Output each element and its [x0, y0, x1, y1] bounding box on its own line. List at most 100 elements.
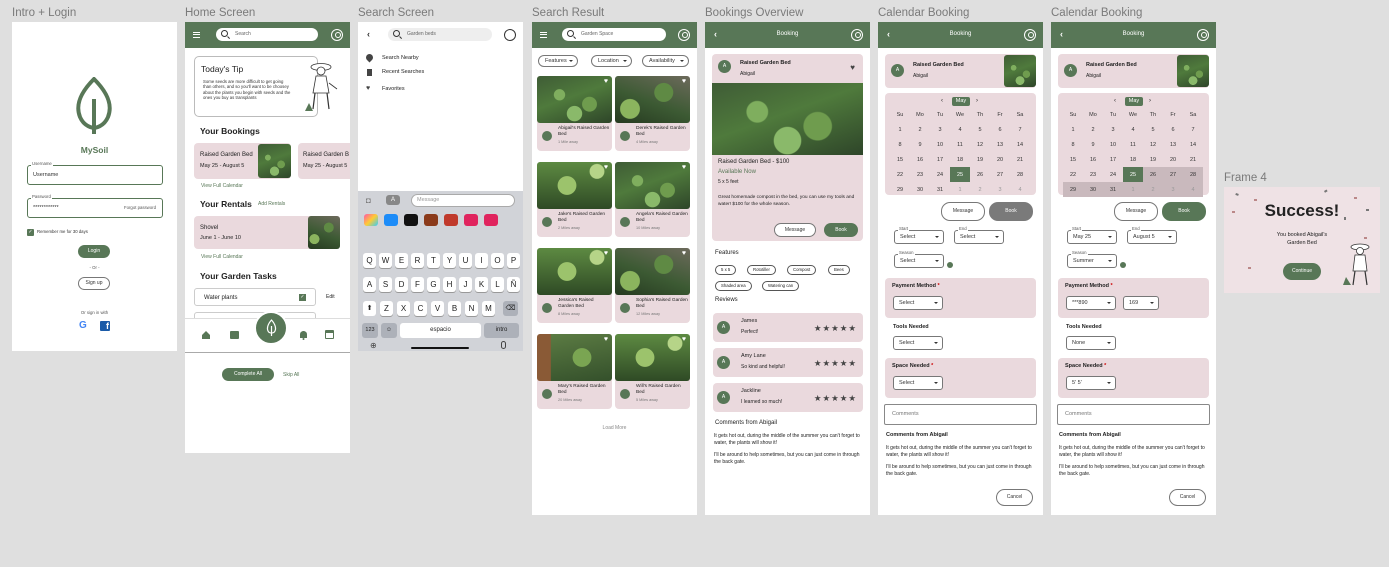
calendar-day[interactable]: 28 — [1010, 167, 1030, 182]
menu-icon[interactable] — [540, 32, 547, 38]
calendar-day[interactable]: 13 — [1163, 137, 1183, 152]
calendar-day[interactable]: 20 — [1163, 152, 1183, 167]
calendar-day[interactable]: 2 — [1143, 182, 1163, 197]
calendar-day[interactable]: 25 — [1123, 167, 1143, 182]
calendar-day[interactable]: 29 — [890, 182, 910, 197]
calendar-day[interactable]: 16 — [1083, 152, 1103, 167]
calendar-day[interactable]: 8 — [890, 137, 910, 152]
calendar-day[interactable]: 18 — [1123, 152, 1143, 167]
view-full-calendar-link[interactable]: View Full Calendar — [201, 183, 243, 189]
end-date-select[interactable]: End Select — [954, 226, 1004, 244]
task-checkbox[interactable]: ✓ — [299, 294, 306, 301]
calendar-day[interactable]: 2 — [970, 182, 990, 197]
calendar-day[interactable]: 1 — [890, 122, 910, 137]
calendar-day[interactable]: 27 — [1163, 167, 1183, 182]
result-card[interactable]: ♥ Sophia's Raised Garden Bed 12 Miles away — [615, 248, 690, 323]
calendar-day[interactable]: 19 — [1143, 152, 1163, 167]
result-search-input[interactable]: Garden Space — [562, 28, 666, 41]
info-icon[interactable] — [947, 262, 953, 268]
key[interactable]: E — [395, 253, 408, 268]
search-gif-icon[interactable] — [464, 214, 478, 226]
booking-card-2[interactable]: Raised Garden B May 25 - August 5 — [298, 143, 350, 179]
globe-icon[interactable]: ⊕ — [370, 341, 377, 350]
add-garden-button[interactable] — [254, 311, 288, 345]
month-label[interactable]: May — [1125, 97, 1143, 106]
key[interactable]: L — [491, 277, 504, 292]
favorite-heart-icon[interactable]: ♥ — [604, 336, 608, 343]
bell-icon[interactable] — [299, 330, 308, 340]
search-query-input[interactable]: Garden beds — [388, 28, 492, 41]
calendar-day[interactable]: 26 — [1143, 167, 1163, 182]
calendar-day[interactable]: 26 — [970, 167, 990, 182]
task-edit-link[interactable]: Edit — [326, 294, 335, 300]
result-card[interactable]: ♥ Jessica's Raised Garden Bed 8 Miles away — [537, 248, 612, 323]
key[interactable]: O — [491, 253, 504, 268]
favorite-heart-icon[interactable]: ♥ — [850, 63, 855, 72]
message-button[interactable]: Message — [941, 202, 985, 221]
complete-all-button[interactable]: Complete All — [222, 368, 274, 381]
favorite-heart-icon[interactable]: ♥ — [604, 78, 608, 85]
calendar-day[interactable]: 3 — [1103, 122, 1123, 137]
calendar-day[interactable]: 11 — [1123, 137, 1143, 152]
facebook-icon[interactable]: f — [100, 321, 110, 331]
calendar-day[interactable]: 23 — [910, 167, 930, 182]
calendar-day[interactable]: 10 — [930, 137, 950, 152]
calendar-day[interactable]: 9 — [910, 137, 930, 152]
calendar-day[interactable]: 28 — [1183, 167, 1203, 182]
memoji-icon[interactable] — [424, 214, 438, 226]
continue-button[interactable]: Continue — [1283, 263, 1321, 280]
load-more-link[interactable]: Load More — [532, 425, 697, 431]
chat-icon[interactable] — [230, 331, 239, 339]
calendar-day[interactable]: 13 — [990, 137, 1010, 152]
search-nearby-item[interactable]: Search Nearby — [382, 55, 419, 61]
calendar-day[interactable]: 4 — [950, 122, 970, 137]
calendar-day[interactable]: 2 — [1083, 122, 1103, 137]
payment-select[interactable]: Select — [893, 296, 943, 310]
shift-key[interactable]: ⬆ — [363, 301, 376, 316]
google-icon[interactable]: G — [79, 320, 87, 331]
season-select[interactable]: Season Select — [894, 250, 944, 268]
start-date-select[interactable]: Start May 25 — [1067, 226, 1117, 244]
cancel-button[interactable]: Cancel — [996, 489, 1033, 506]
add-rentals-link[interactable]: Add Rentals — [258, 201, 285, 207]
calendar-day[interactable]: 4 — [1010, 182, 1030, 197]
key[interactable]: Y — [443, 253, 456, 268]
calendar-day[interactable]: 12 — [1143, 137, 1163, 152]
favorite-heart-icon[interactable]: ♥ — [682, 78, 686, 85]
calendar-day[interactable]: 15 — [890, 152, 910, 167]
signup-button[interactable]: Sign up — [78, 277, 110, 290]
apps-icon[interactable]: A — [386, 195, 400, 205]
calendar-day[interactable]: 30 — [910, 182, 930, 197]
message-button[interactable]: Message — [774, 223, 816, 237]
key[interactable]: N — [465, 301, 478, 316]
calendar-day[interactable]: 30 — [1083, 182, 1103, 197]
emoji-key[interactable]: ☺ — [381, 323, 397, 338]
calendar-icon[interactable] — [325, 330, 334, 339]
calendar-day[interactable]: 12 — [970, 137, 990, 152]
comments-input[interactable]: Comments — [1057, 404, 1210, 425]
message-input[interactable]: Message — [411, 194, 515, 207]
remember-checkbox[interactable]: ✓ — [27, 229, 34, 236]
booking-card-1[interactable]: Raised Garden Bed May 25 - August 5 — [194, 143, 291, 179]
result-card[interactable]: ♥ Jake's Raised Garden Bed 2 Miles away — [537, 162, 612, 237]
start-date-select[interactable]: Start Select — [894, 226, 944, 244]
features-filter[interactable]: Features — [538, 55, 578, 67]
book-button[interactable]: Book — [989, 202, 1033, 221]
favorite-heart-icon[interactable]: ♥ — [682, 336, 686, 343]
key[interactable]: X — [397, 301, 410, 316]
sticker-icon[interactable] — [444, 214, 458, 226]
result-card[interactable]: ♥ Angela's Raised Garden Bed 10 Miles away — [615, 162, 690, 237]
calendar-day[interactable]: 11 — [950, 137, 970, 152]
key[interactable]: H — [443, 277, 456, 292]
next-month-icon[interactable]: › — [976, 98, 978, 104]
key[interactable]: W — [379, 253, 392, 268]
calendar-day[interactable]: 24 — [1103, 167, 1123, 182]
calendar-day[interactable]: 10 — [1103, 137, 1123, 152]
result-card[interactable]: ♥ Mary's Raised Garden Bed 20 Miles away — [537, 334, 612, 409]
calendar-day[interactable]: 29 — [1063, 182, 1083, 197]
key[interactable]: T — [427, 253, 440, 268]
calendar-day[interactable]: 21 — [1010, 152, 1030, 167]
calendar-day[interactable]: 7 — [1010, 122, 1030, 137]
music-icon[interactable] — [484, 214, 498, 226]
calendar-day[interactable]: 18 — [950, 152, 970, 167]
